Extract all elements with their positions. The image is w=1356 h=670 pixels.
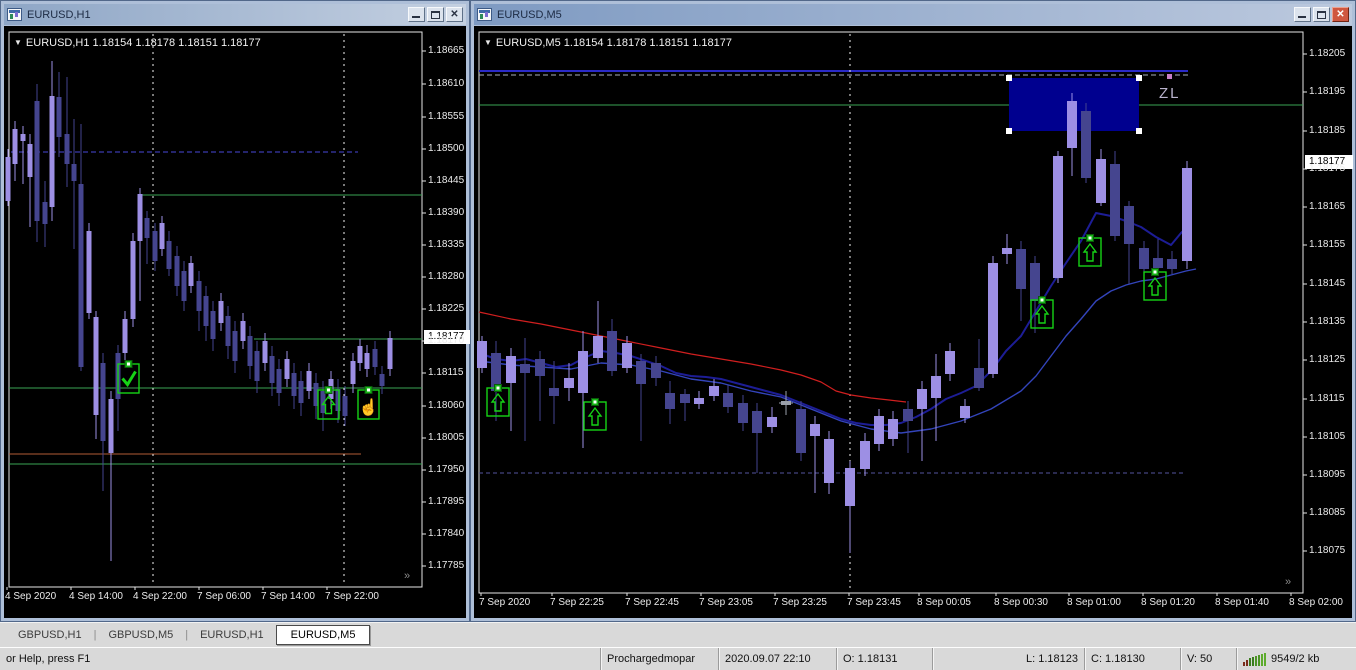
window-title: EURUSD,H1 (27, 8, 91, 21)
time-axis-label: 7 Sep 23:25 (773, 597, 827, 608)
price-axis-label: 1.18225 (428, 303, 465, 314)
time-axis-label: 7 Sep 22:25 (550, 597, 604, 608)
maximize-icon (1317, 11, 1326, 19)
price-axis-label: 1.18075 (1309, 545, 1346, 556)
price-axis-label: 1.18205 (1309, 48, 1346, 59)
time-axis-label: 7 Sep 06:00 (197, 591, 251, 602)
price-axis-label: 1.18185 (1309, 125, 1346, 136)
chart-tab-eurusd-m5[interactable]: EURUSD,M5 (275, 625, 371, 645)
price-axis-label: 1.18165 (1309, 201, 1346, 212)
dropdown-triangle-icon: ▼ (484, 38, 492, 47)
status-account[interactable]: Prochargedmopar (600, 648, 718, 670)
chart-canvas-h1[interactable] (4, 26, 466, 618)
chart-document-icon (7, 8, 22, 21)
price-axis-label: 1.18095 (1309, 469, 1346, 480)
status-low: L: 1.18123 (932, 648, 1084, 670)
dropdown-triangle-icon: ▼ (14, 38, 22, 47)
maximize-icon (431, 11, 440, 19)
price-axis-label: 1.18170 (428, 335, 465, 346)
time-axis-label: 4 Sep 14:00 (69, 591, 123, 602)
price-axis-label: 1.18280 (428, 271, 465, 282)
price-axis-label: 1.18085 (1309, 507, 1346, 518)
time-axis-label: 7 Sep 23:05 (699, 597, 753, 608)
status-volume: V: 50 (1180, 648, 1236, 670)
traffic-counter: 9549/2 kb (1271, 653, 1320, 665)
window-title: EURUSD,M5 (497, 8, 562, 21)
minimize-button[interactable] (1294, 7, 1311, 22)
price-axis-label: 1.18335 (428, 239, 465, 250)
minimize-icon (412, 16, 420, 18)
chart-tab-eurusd-h1[interactable]: EURUSD,H1 (188, 626, 276, 644)
price-axis-label: 1.17895 (428, 496, 465, 507)
close-button[interactable]: ✕ (1332, 7, 1349, 22)
time-axis-label: 8 Sep 01:00 (1067, 597, 1121, 608)
chart-tab-gbpusd-h1[interactable]: GBPUSD,H1 (6, 626, 94, 644)
minimize-icon (1298, 16, 1306, 18)
titlebar-left[interactable]: EURUSD,H1 ✕ (4, 4, 466, 25)
price-axis-label: 1.18155 (1309, 239, 1346, 250)
time-axis-label: 8 Sep 01:20 (1141, 597, 1195, 608)
price-axis-label: 1.18195 (1309, 86, 1346, 97)
price-axis-label: 1.17950 (428, 464, 465, 475)
time-axis-label: 8 Sep 00:30 (994, 597, 1048, 608)
price-axis-label: 1.18175 (1309, 163, 1346, 174)
price-axis-label: 1.18060 (428, 400, 465, 411)
chart-tab-gbpusd-m5[interactable]: GBPUSD,M5 (96, 626, 185, 644)
time-axis-label: 7 Sep 22:00 (325, 591, 379, 602)
close-icon: ✕ (450, 9, 459, 20)
status-help: or Help, press F1 (6, 653, 91, 665)
price-axis-label: 1.18145 (1309, 278, 1346, 289)
status-close: C: 1.18130 (1084, 648, 1180, 670)
time-axis-label: 7 Sep 14:00 (261, 591, 315, 602)
status-open: O: 1.18131 (836, 648, 932, 670)
mt4-workspace: { "colors": { "bull": "#9d8fe4", "bear":… (0, 0, 1356, 670)
time-axis-label: 7 Sep 23:45 (847, 597, 901, 608)
close-button[interactable]: ✕ (446, 7, 463, 22)
chart-window-eurusd-m5: EURUSD,M5 ✕ ZL» ▼ EURUSD,M5 1.18154 1.181… (470, 0, 1356, 622)
ohlc-readout: EURUSD,M5 1.18154 1.18178 1.18151 1.1817… (495, 37, 732, 49)
time-axis-label: 7 Sep 22:45 (625, 597, 679, 608)
time-axis-label: 8 Sep 01:40 (1215, 597, 1269, 608)
status-bar: or Help, press F1 Prochargedmopar 2020.0… (0, 647, 1356, 670)
price-axis-label: 1.18125 (1309, 354, 1346, 365)
chart-canvas-m5[interactable] (474, 26, 1352, 618)
time-axis-label: 4 Sep 2020 (5, 591, 57, 602)
close-icon: ✕ (1336, 9, 1345, 20)
chart-document-icon (477, 8, 492, 21)
price-axis-label: 1.18390 (428, 207, 465, 218)
price-axis-label: 1.18005 (428, 432, 465, 443)
price-axis-label: 1.18555 (428, 111, 465, 122)
price-axis-label: 1.18610 (428, 78, 465, 89)
status-datetime: 2020.09.07 22:10 (718, 648, 836, 670)
price-axis-label: 1.18105 (1309, 431, 1346, 442)
chart-header-h1[interactable]: ▼ EURUSD,H1 1.18154 1.18178 1.18151 1.181… (14, 37, 261, 49)
titlebar-right[interactable]: EURUSD,M5 ✕ (474, 4, 1352, 25)
status-connection[interactable]: 9549/2 kb (1236, 648, 1356, 670)
maximize-button[interactable] (1313, 7, 1330, 22)
price-axis-label: 1.18500 (428, 143, 465, 154)
price-axis-label: 1.18445 (428, 175, 465, 186)
chart-tab-bar: GBPUSD,H1 | GBPUSD,M5 | EURUSD,H1 EURUSD,M5 (0, 622, 1356, 647)
time-axis-label: 8 Sep 02:00 (1289, 597, 1343, 608)
chart-window-eurusd-h1: EURUSD,H1 ✕ ☝» ▼ EURUSD,H1 1.18154 1.1817… (0, 0, 470, 622)
chart-header-m5[interactable]: ▼ EURUSD,M5 1.18154 1.18178 1.18151 1.181… (484, 37, 732, 49)
price-axis-label: 1.18115 (428, 367, 464, 378)
price-axis-label: 1.18665 (428, 45, 465, 56)
time-axis-label: 8 Sep 00:05 (917, 597, 971, 608)
time-axis-label: 7 Sep 2020 (479, 597, 531, 608)
price-axis-label: 1.17785 (428, 560, 465, 571)
time-axis-label: 4 Sep 22:00 (133, 591, 187, 602)
minimize-button[interactable] (408, 7, 425, 22)
price-axis-label: 1.17840 (428, 528, 465, 539)
price-axis-label: 1.18135 (1309, 316, 1346, 327)
price-axis-label: 1.18115 (1309, 393, 1345, 404)
connection-bars-icon (1243, 652, 1266, 666)
ohlc-readout: EURUSD,H1 1.18154 1.18178 1.18151 1.1817… (25, 37, 261, 49)
maximize-button[interactable] (427, 7, 444, 22)
